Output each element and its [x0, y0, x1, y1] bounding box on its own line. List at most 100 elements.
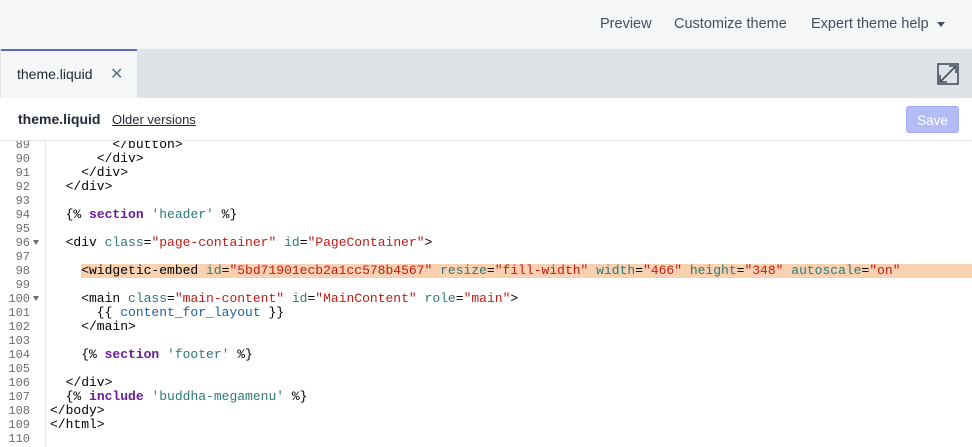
top-bar: Preview Customize theme Expert theme hel… — [0, 0, 972, 49]
code-token: include — [89, 389, 144, 404]
code-line: 108 </body> — [0, 404, 972, 419]
code-line: 89 </button> — [0, 141, 972, 152]
line-number: 109 — [8, 418, 30, 432]
code-text: </body> — [50, 404, 105, 418]
tab-bar: theme.liquid ✕ — [0, 49, 972, 98]
save-button[interactable]: Save — [906, 106, 959, 133]
line-number: 104 — [8, 348, 30, 362]
code-token: </div> — [50, 375, 113, 390]
code-text: </main> — [50, 320, 136, 334]
expert-theme-help-link[interactable]: Expert theme help — [811, 16, 945, 32]
code-token: %} — [229, 347, 253, 362]
code-text: {% section 'header' %} — [50, 207, 238, 222]
code-token: = — [299, 235, 308, 250]
code-token: content_for_layout — [120, 305, 261, 320]
code-text: <main class="main-content" id="MainConte… — [50, 292, 518, 306]
code-token: section — [104, 347, 160, 362]
line-number: 96 — [15, 236, 30, 250]
code-token: </body> — [50, 403, 105, 418]
fold-arrow-icon[interactable] — [33, 296, 39, 301]
code-editor[interactable]: 89 </button> 90 </div> 91 </div> 92 </div> 9… — [0, 141, 972, 447]
code-token: role — [424, 291, 456, 306]
line-number: 101 — [8, 306, 30, 320]
line-number: 107 — [8, 390, 30, 404]
code-token: section — [89, 207, 144, 222]
code-text: {% section 'footer' %} — [50, 348, 253, 362]
code-line: 92 </div> — [0, 179, 972, 195]
code-token: "PageContainer" — [307, 235, 425, 250]
line-number: 94 — [15, 208, 30, 222]
code-token: "MainContent" — [315, 291, 417, 306]
line-number: 93 — [15, 194, 30, 208]
code-token: %} — [284, 389, 308, 404]
line-number: 102 — [8, 320, 30, 334]
code-text: </div> — [50, 375, 113, 390]
code-line: 106 </div> — [0, 375, 972, 391]
code-token: "fill-width" — [494, 263, 589, 278]
code-text: </html> — [50, 418, 105, 432]
chevron-down-icon — [936, 21, 945, 27]
code-text: {{ content_for_layout }} — [50, 306, 284, 320]
code-line: 101 {{ content_for_layout }} — [0, 306, 972, 321]
close-icon[interactable]: ✕ — [110, 64, 123, 84]
line-number: 100 — [8, 292, 30, 306]
line-number: 90 — [15, 152, 30, 166]
code-token: </main> — [50, 319, 136, 334]
expert-theme-help-label: Expert theme help — [811, 16, 929, 32]
line-number: 98 — [15, 264, 30, 278]
code-token: id — [291, 291, 308, 306]
preview-link[interactable]: Preview — [600, 16, 652, 32]
line-number: 110 — [8, 432, 30, 446]
line-number: 105 — [8, 362, 30, 376]
code-line: 100 <main class="main-content" id="MainC… — [0, 292, 972, 307]
customize-theme-link[interactable]: Customize theme — [674, 16, 787, 32]
code-token: </div> — [50, 179, 113, 194]
code-line: 90 </div> — [0, 152, 972, 167]
older-versions-link[interactable]: Older versions — [112, 112, 196, 127]
code-line: 97 — [0, 250, 972, 264]
code-token: </div> — [50, 165, 129, 180]
code-text: <div class="page-container" id="PageCont… — [50, 235, 433, 250]
code-token: "page-container" — [151, 235, 277, 250]
line-number: 92 — [15, 180, 30, 194]
code-token: autoscale — [791, 263, 862, 278]
expand-icon[interactable] — [937, 63, 959, 85]
code-token: <main — [50, 291, 129, 306]
tab-theme-liquid[interactable]: theme.liquid ✕ — [1, 49, 137, 98]
code-token: class — [128, 291, 168, 306]
code-text: {% include 'buddha-megamenu' %} — [50, 389, 308, 404]
code-token: id — [206, 263, 222, 278]
code-text: </div> — [50, 179, 113, 194]
code-token: {% — [50, 347, 105, 362]
code-line: 93 — [0, 194, 972, 208]
code-token: {% — [50, 207, 90, 222]
code-token: = — [455, 291, 464, 306]
code-token: = — [635, 263, 643, 278]
code-line: 104 {% section 'footer' %} — [0, 348, 972, 363]
line-number: 108 — [8, 404, 30, 418]
line-number: 89 — [15, 141, 30, 152]
code-token: = — [486, 263, 495, 278]
code-token: 'footer' — [167, 347, 230, 362]
file-name: theme.liquid — [18, 111, 101, 127]
code-line: 110 — [0, 432, 972, 446]
code-token: 'header' — [151, 207, 214, 222]
code-text: <widgetic-embed id = "5bd71901ecb2a1cc578b… — [50, 263, 900, 278]
fold-arrow-icon[interactable] — [33, 240, 39, 245]
code-token: <div — [50, 235, 105, 250]
code-token: resize — [440, 263, 487, 278]
code-line: 109 </html> — [0, 418, 972, 433]
file-header: theme.liquid Older versions Save — [0, 98, 972, 141]
code-token: %} — [213, 207, 238, 222]
code-line: 99 — [0, 278, 972, 292]
code-token: {{ — [50, 305, 121, 320]
code-line: 96 <div class="page-container" id="PageC… — [0, 235, 972, 251]
code-token: 'buddha-megamenu' — [151, 389, 285, 404]
